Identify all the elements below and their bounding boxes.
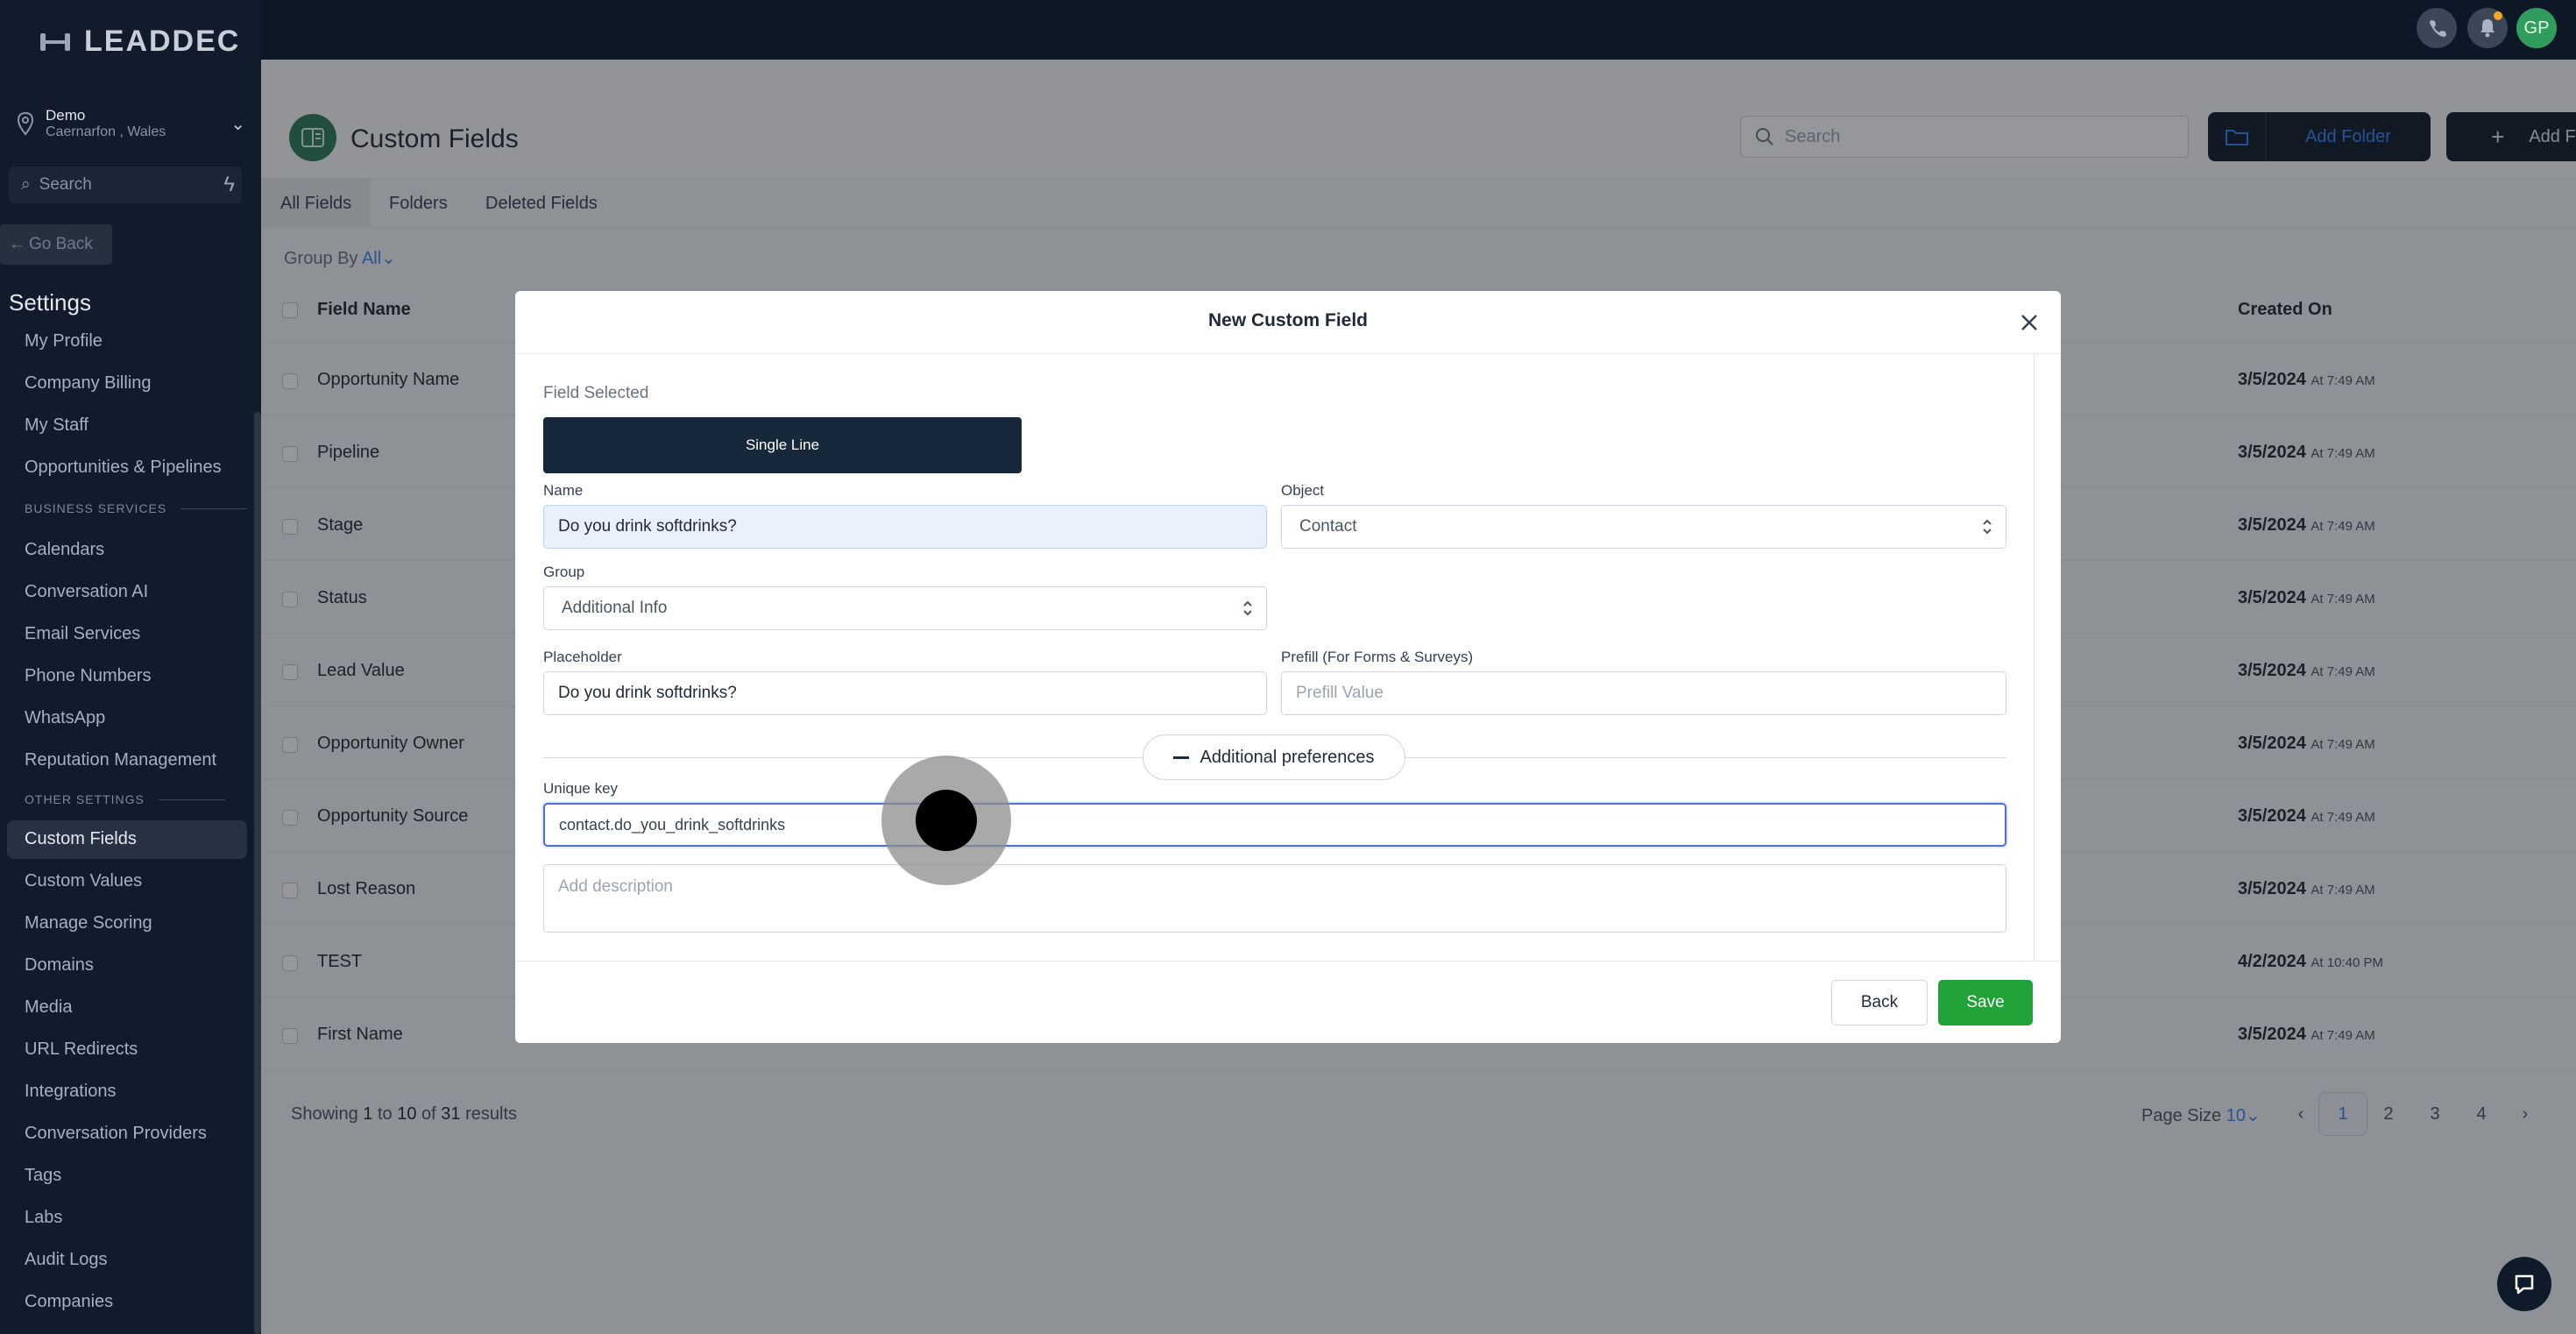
sidebar-item-email-services[interactable]: Email Services [25, 624, 140, 644]
sidebar-item-company-billing[interactable]: Company Billing [25, 373, 152, 394]
group-select[interactable]: Additional Info [543, 586, 1267, 630]
modal-scrollbar[interactable] [2034, 354, 2035, 961]
sidebar-item-manage-scoring[interactable]: Manage Scoring [25, 913, 152, 933]
placeholder-input[interactable]: Do you drink softdrinks? [543, 671, 1267, 715]
go-back-button[interactable]: ← Go Back [0, 224, 112, 265]
location-name: Demo [46, 107, 86, 124]
object-label: Object [1281, 482, 1325, 499]
location-switcher[interactable]: Demo Caernarfon , Wales ⌄ [16, 103, 245, 144]
location-text: Demo Caernarfon , Wales [46, 107, 220, 140]
map-pin-icon [17, 111, 34, 136]
close-button[interactable] [2015, 309, 2043, 337]
new-custom-field-modal: New Custom Field Field Selected Single L… [515, 291, 2061, 1043]
placeholder-label: Placeholder [543, 649, 622, 665]
additional-preferences-label: Additional preferences [1200, 747, 1375, 767]
phone-icon [2430, 20, 2446, 37]
arrow-left-icon: ← [9, 235, 25, 253]
section-label: BUSINESS SERVICES [25, 501, 167, 515]
prefill-input[interactable]: Prefill Value [1281, 671, 2006, 715]
unique-key-value: contact.do_you_drink_softdrinks [559, 815, 786, 834]
sidebar-item-custom-fields[interactable]: Custom Fields [25, 829, 137, 849]
sidebar-item-reputation[interactable]: Reputation Management [25, 750, 216, 770]
save-button[interactable]: Save [1938, 980, 2033, 1025]
sidebar-item-conversation-ai[interactable]: Conversation AI [25, 582, 148, 602]
chevron-down-icon: ⌄ [230, 114, 245, 134]
placeholder-value: Do you drink softdrinks? [558, 684, 737, 702]
modal-title: New Custom Field [1207, 310, 1369, 330]
sidebar-item-my-profile[interactable]: My Profile [25, 331, 103, 351]
sidebar-item-conversation-providers[interactable]: Conversation Providers [25, 1124, 207, 1144]
group-value: Additional Info [562, 599, 668, 617]
sidebar-item-calendars[interactable]: Calendars [25, 540, 104, 560]
sidebar-item-integrations[interactable]: Integrations [25, 1082, 117, 1102]
name-label: Name [543, 482, 584, 499]
unique-key-label: Unique key [543, 780, 619, 797]
select-arrows-icon [1243, 600, 1252, 616]
back-button[interactable]: Back [1831, 980, 1928, 1025]
search-icon: ⌕ [21, 175, 31, 194]
sidebar-section-business: BUSINESS SERVICES [25, 501, 248, 515]
name-value: Do you drink softdrinks? [558, 517, 737, 536]
description-textarea[interactable]: Add description [543, 864, 2006, 933]
modal-header: New Custom Field [515, 291, 2061, 354]
chat-widget-button[interactable] [2497, 1257, 2551, 1311]
unique-key-input[interactable]: contact.do_you_drink_softdrinks [543, 803, 2006, 847]
modal-footer [515, 961, 2061, 1043]
field-selected-label: Field Selected [543, 384, 649, 402]
sidebar-item-my-staff[interactable]: My Staff [25, 415, 88, 436]
location-subtitle: Caernarfon , Wales [46, 124, 166, 139]
sidebar-item-phone-numbers[interactable]: Phone Numbers [25, 666, 152, 686]
section-label: OTHER SETTINGS [25, 792, 145, 806]
sidebar-search-input[interactable]: ⌕ Search ϟ [9, 167, 242, 203]
brand-logo: LEADDEC [39, 25, 240, 59]
sidebar-item-audit-logs[interactable]: Audit Logs [25, 1250, 108, 1270]
name-input[interactable]: Do you drink softdrinks? [543, 505, 1267, 549]
sidebar-item-media[interactable]: Media [25, 997, 72, 1018]
prefill-placeholder: Prefill Value [1296, 684, 1384, 702]
group-label: Group [543, 564, 585, 580]
brand-name: LEADDEC [84, 25, 241, 58]
object-select[interactable]: Contact [1281, 505, 2006, 549]
sidebar-item-labs[interactable]: Labs [25, 1208, 62, 1228]
minus-icon [1173, 756, 1190, 759]
go-back-label: Go Back [29, 235, 93, 253]
sidebar-item-custom-values[interactable]: Custom Values [25, 871, 142, 891]
additional-preferences-toggle[interactable]: Additional preferences [1143, 734, 1405, 780]
notifications-button[interactable] [2467, 8, 2508, 48]
avatar[interactable]: GP [2516, 8, 2557, 48]
lightning-icon[interactable]: ϟ [223, 173, 235, 197]
chat-icon [2515, 1274, 2534, 1295]
settings-title: Settings [9, 289, 91, 316]
top-bar: GP [0, 0, 2576, 60]
notification-dot [2494, 11, 2502, 20]
sidebar-item-companies[interactable]: Companies [25, 1292, 113, 1312]
sidebar-item-url-redirects[interactable]: URL Redirects [25, 1040, 138, 1060]
click-indicator-dot [916, 790, 977, 851]
close-icon [2021, 315, 2037, 330]
sidebar-item-domains[interactable]: Domains [25, 955, 94, 976]
sidebar-section-other: OTHER SETTINGS [25, 792, 225, 806]
object-value: Contact [1299, 517, 1357, 536]
sidebar-item-opportunities[interactable]: Opportunities & Pipelines [25, 458, 222, 478]
field-type-single-line[interactable]: Single Line [543, 417, 1022, 473]
sidebar-search-placeholder: Search [39, 175, 92, 194]
prefill-label: Prefill (For Forms & Surveys) [1281, 649, 1474, 665]
bell-icon [2480, 19, 2495, 38]
sidebar-scrollbar[interactable] [254, 412, 261, 1334]
logo-icon [40, 32, 70, 51]
sidebar-item-whatsapp[interactable]: WhatsApp [25, 708, 105, 728]
sidebar-item-tags[interactable]: Tags [25, 1166, 61, 1186]
sidebar: LEADDEC Demo Caernarfon , Wales ⌄ ⌕ Sear… [0, 0, 261, 1334]
phone-button[interactable] [2417, 8, 2457, 48]
select-arrows-icon [1983, 519, 1992, 535]
description-placeholder: Add description [558, 877, 673, 896]
